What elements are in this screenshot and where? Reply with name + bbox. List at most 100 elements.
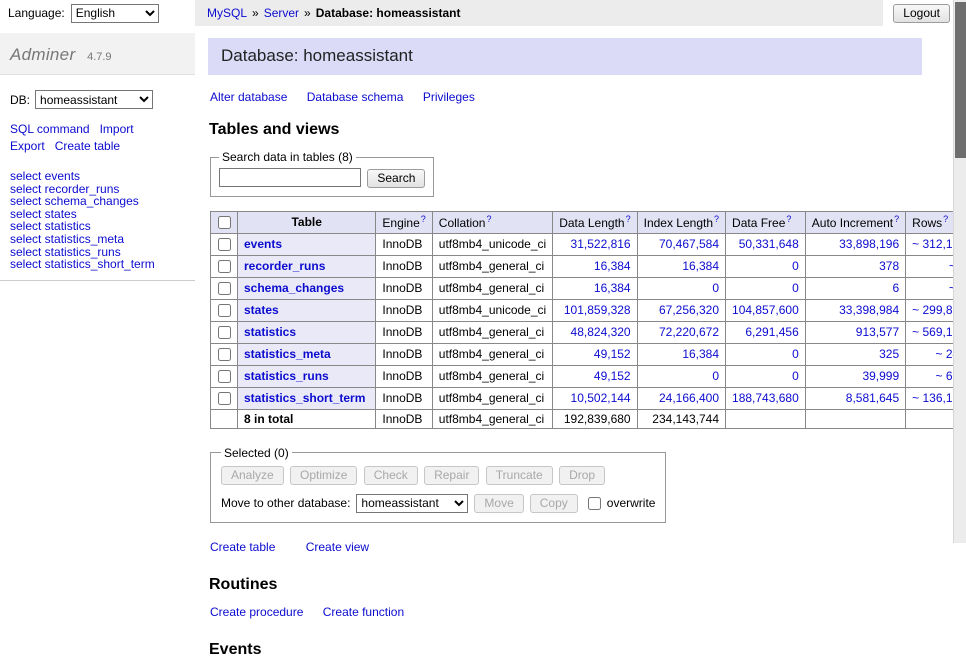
- checkbox-cell: [211, 277, 238, 299]
- alter-database-link[interactable]: Alter database: [210, 90, 287, 104]
- col-header-engine: Engine?: [376, 211, 432, 233]
- auto-increment-link[interactable]: 325: [879, 347, 899, 361]
- db-select[interactable]: homeassistant: [35, 90, 153, 109]
- truncate-button[interactable]: Truncate: [486, 466, 553, 485]
- auto-increment-link[interactable]: 378: [879, 259, 899, 273]
- table-name-link[interactable]: statistics_short_term: [244, 391, 365, 405]
- data-free-link[interactable]: 6,291,456: [745, 325, 798, 339]
- index-length-link[interactable]: 0: [712, 369, 719, 383]
- search-button[interactable]: Search: [367, 169, 425, 188]
- data-length-link[interactable]: 101,859,328: [564, 303, 631, 317]
- overwrite-checkbox[interactable]: [588, 497, 601, 510]
- create-function-link[interactable]: Create function: [323, 605, 404, 619]
- doc-help-icon[interactable]: ?: [486, 214, 491, 224]
- total-collation-cell: utf8mb4_general_ci: [432, 409, 552, 428]
- sql-command-link[interactable]: SQL command: [10, 122, 90, 136]
- logout-button[interactable]: Logout: [893, 4, 950, 23]
- move-database-select[interactable]: homeassistant: [356, 494, 468, 513]
- row-checkbox[interactable]: [218, 326, 231, 339]
- language-select[interactable]: English: [71, 4, 159, 23]
- collation-cell: utf8mb4_general_ci: [432, 387, 552, 409]
- drop-button[interactable]: Drop: [559, 466, 605, 485]
- breadcrumb-server-link[interactable]: Server: [264, 6, 299, 20]
- copy-button[interactable]: Copy: [530, 494, 578, 513]
- vertical-scrollbar[interactable]: [953, 0, 966, 543]
- table-name-link[interactable]: statistics_meta: [244, 347, 331, 361]
- index-length-link[interactable]: 24,166,400: [659, 391, 719, 405]
- auto-increment-link[interactable]: 33,898,196: [839, 237, 899, 251]
- import-link[interactable]: Import: [100, 122, 134, 136]
- row-checkbox[interactable]: [218, 392, 231, 405]
- data-free-cell: 6,291,456: [726, 321, 806, 343]
- doc-help-icon[interactable]: ?: [714, 214, 719, 224]
- row-checkbox[interactable]: [218, 304, 231, 317]
- auto-increment-link[interactable]: 8,581,645: [846, 391, 899, 405]
- row-checkbox[interactable]: [218, 260, 231, 273]
- data-length-link[interactable]: 16,384: [594, 281, 631, 295]
- database-schema-link[interactable]: Database schema: [307, 90, 404, 104]
- data-length-link[interactable]: 16,384: [594, 259, 631, 273]
- doc-help-icon[interactable]: ?: [894, 214, 899, 224]
- create-table-link-main[interactable]: Create table: [210, 540, 275, 554]
- breadcrumb-mysql-link[interactable]: MySQL: [207, 6, 247, 20]
- data-length-link[interactable]: 49,152: [594, 347, 631, 361]
- create-table-link[interactable]: Create table: [55, 139, 120, 153]
- index-length-link[interactable]: 70,467,584: [659, 237, 719, 251]
- doc-help-icon[interactable]: ?: [626, 214, 631, 224]
- data-length-link[interactable]: 48,824,320: [571, 325, 631, 339]
- privileges-link[interactable]: Privileges: [423, 90, 475, 104]
- data-length-link[interactable]: 31,522,816: [571, 237, 631, 251]
- data-free-link[interactable]: 188,743,680: [732, 391, 799, 405]
- table-name-link[interactable]: recorder_runs: [244, 259, 325, 273]
- table-name-link[interactable]: statistics: [244, 325, 296, 339]
- index-length-link[interactable]: 0: [712, 281, 719, 295]
- repair-button[interactable]: Repair: [424, 466, 479, 485]
- row-checkbox[interactable]: [218, 348, 231, 361]
- index-length-link[interactable]: 67,256,320: [659, 303, 719, 317]
- doc-help-icon[interactable]: ?: [421, 214, 426, 224]
- data-length-link[interactable]: 10,502,144: [571, 391, 631, 405]
- table-name-link[interactable]: statistics_runs: [244, 369, 329, 383]
- export-link[interactable]: Export: [10, 139, 45, 153]
- optimize-button[interactable]: Optimize: [290, 466, 357, 485]
- create-view-link[interactable]: Create view: [306, 540, 369, 554]
- scrollbar-thumb[interactable]: [955, 2, 966, 158]
- doc-help-icon[interactable]: ?: [786, 214, 791, 224]
- checkbox-cell: [211, 255, 238, 277]
- data-length-cell: 48,824,320: [553, 321, 637, 343]
- table-name-cell: statistics_short_term: [238, 387, 376, 409]
- doc-help-icon[interactable]: ?: [943, 214, 948, 224]
- index-length-link[interactable]: 72,220,672: [659, 325, 719, 339]
- search-input[interactable]: [219, 168, 361, 187]
- total-data-free-cell: [726, 409, 806, 428]
- data-free-link[interactable]: 0: [792, 369, 799, 383]
- col-label: Data Length: [559, 216, 624, 230]
- auto-increment-link[interactable]: 6: [892, 281, 899, 295]
- sidebar-select-statistics-short-term[interactable]: select statistics_short_term: [10, 257, 155, 271]
- auto-increment-link[interactable]: 913,577: [856, 325, 899, 339]
- data-length-link[interactable]: 49,152: [594, 369, 631, 383]
- check-button[interactable]: Check: [364, 466, 418, 485]
- table-name-link[interactable]: events: [244, 237, 282, 251]
- row-checkbox[interactable]: [218, 282, 231, 295]
- data-free-link[interactable]: 50,331,648: [739, 237, 799, 251]
- row-checkbox[interactable]: [218, 370, 231, 383]
- row-checkbox[interactable]: [218, 238, 231, 251]
- analyze-button[interactable]: Analyze: [221, 466, 284, 485]
- data-free-link[interactable]: 0: [792, 281, 799, 295]
- select-all-checkbox[interactable]: [218, 216, 231, 229]
- create-procedure-link[interactable]: Create procedure: [210, 605, 303, 619]
- index-length-link[interactable]: 16,384: [682, 347, 719, 361]
- data-length-cell: 101,859,328: [553, 299, 637, 321]
- table-name-link[interactable]: states: [244, 303, 279, 317]
- data-free-link[interactable]: 0: [792, 259, 799, 273]
- index-length-link[interactable]: 16,384: [682, 259, 719, 273]
- move-button[interactable]: Move: [474, 494, 523, 513]
- adminer-logo-link[interactable]: Adminer: [10, 45, 75, 64]
- auto-increment-link[interactable]: 33,398,984: [839, 303, 899, 317]
- auto-increment-link[interactable]: 39,999: [862, 369, 899, 383]
- table-name-link[interactable]: schema_changes: [244, 281, 344, 295]
- checkbox-cell: [211, 233, 238, 255]
- data-free-link[interactable]: 104,857,600: [732, 303, 799, 317]
- data-free-link[interactable]: 0: [792, 347, 799, 361]
